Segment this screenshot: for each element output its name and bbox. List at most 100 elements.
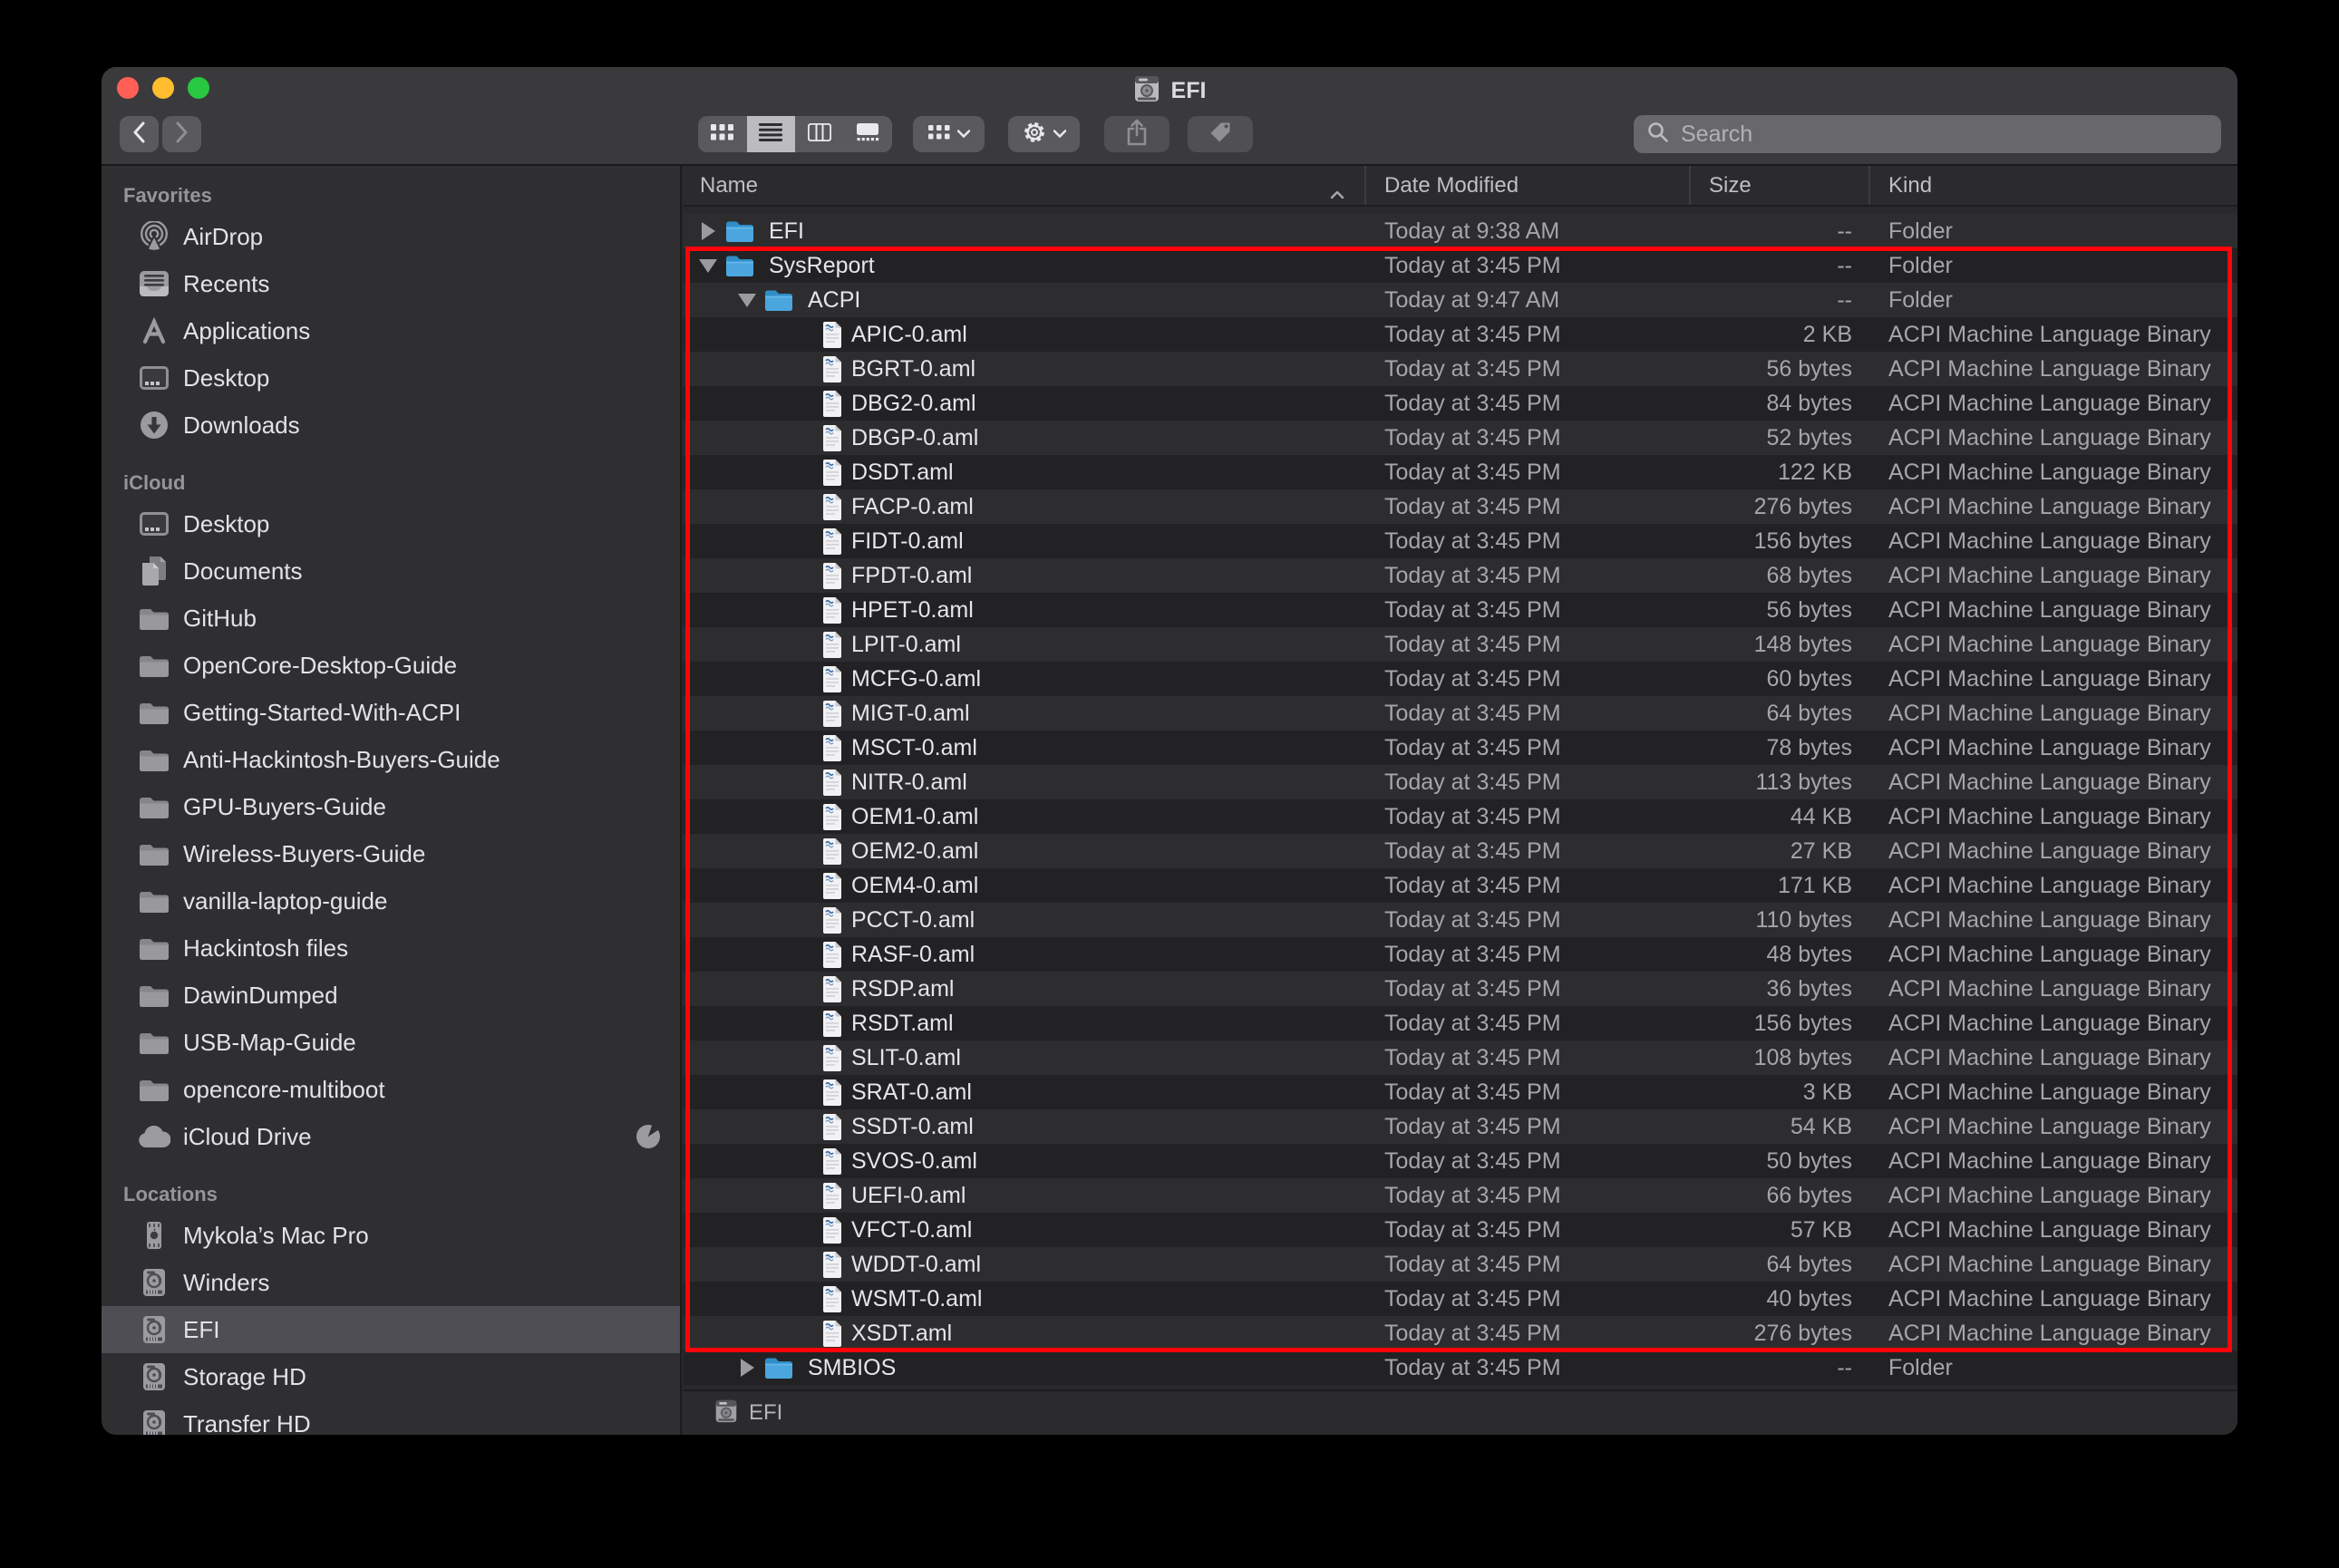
file-row-fpdt-0-aml[interactable]: FPDT-0.aml Today at 3:45 PM 68 bytes ACPI M… xyxy=(684,558,2237,593)
column-view-button[interactable] xyxy=(795,116,844,152)
sidebar-item-documents[interactable]: Documents xyxy=(102,547,680,595)
sidebar-item-downloads[interactable]: Downloads xyxy=(102,402,680,449)
sidebar-item-label: EFI xyxy=(183,1315,220,1343)
file-row-acpi[interactable]: ACPI Today at 9:47 AM -- Folder xyxy=(684,283,2237,317)
sidebar-item-label: GPU-Buyers-Guide xyxy=(183,792,386,820)
sidebar-item-desktop[interactable]: Desktop xyxy=(102,354,680,402)
file-row-dbg2-0-aml[interactable]: DBG2-0.aml Today at 3:45 PM 84 bytes ACPI M… xyxy=(684,386,2237,421)
file-row-facp-0-aml[interactable]: FACP-0.aml Today at 3:45 PM 276 bytes ACPI … xyxy=(684,489,2237,524)
file-row-oem1-0-aml[interactable]: OEM1-0.aml Today at 3:45 PM 44 KB ACPI Mach… xyxy=(684,799,2237,834)
file-row-slit-0-aml[interactable]: SLIT-0.aml Today at 3:45 PM 108 bytes ACPI … xyxy=(684,1040,2237,1075)
disclosure-collapsed-icon[interactable] xyxy=(698,217,718,246)
sidebar-item-transfer-hd[interactable]: Transfer HD xyxy=(102,1400,680,1435)
file-row-nitr-0-aml[interactable]: NITR-0.aml Today at 3:45 PM 113 bytes ACPI … xyxy=(684,765,2237,799)
size-cell: 56 bytes xyxy=(1766,596,1852,623)
column-header-kind-label: Kind xyxy=(1888,172,1933,198)
file-row-lpit-0-aml[interactable]: LPIT-0.aml Today at 3:45 PM 148 bytes ACPI … xyxy=(684,627,2237,662)
sidebar-item-dawindumped[interactable]: DawinDumped xyxy=(102,972,680,1019)
date-modified-cell: Today at 9:47 AM xyxy=(1384,286,1560,313)
size-cell: 64 bytes xyxy=(1766,700,1852,726)
file-row-efi[interactable]: EFI Today at 9:38 AM -- Folder xyxy=(684,214,2237,248)
file-row-rsdt-aml[interactable]: RSDT.aml Today at 3:45 PM 156 bytes ACPI Ma… xyxy=(684,1006,2237,1040)
file-row-dbgp-0-aml[interactable]: DBGP-0.aml Today at 3:45 PM 52 bytes ACPI M… xyxy=(684,421,2237,455)
search-input[interactable] xyxy=(1679,120,2208,149)
sidebar-item-opencore-desktop-guide[interactable]: OpenCore-Desktop-Guide xyxy=(102,642,680,689)
file-row-xsdt-aml[interactable]: XSDT.aml Today at 3:45 PM 276 bytes ACPI Ma… xyxy=(684,1316,2237,1350)
column-header-date-modified[interactable]: Date Modified xyxy=(1366,166,1691,205)
file-row-wddt-0-aml[interactable]: WDDT-0.aml Today at 3:45 PM 64 bytes ACPI M… xyxy=(684,1247,2237,1282)
sidebar-item-opencore-multiboot[interactable]: opencore-multiboot xyxy=(102,1066,680,1113)
file-icon xyxy=(820,1182,844,1210)
group-by-button[interactable] xyxy=(913,116,985,152)
sidebar-item-winders[interactable]: Winders xyxy=(102,1259,680,1306)
chevron-down-icon xyxy=(956,126,970,142)
file-row-sysreport[interactable]: SysReport Today at 3:45 PM -- Folder xyxy=(684,248,2237,283)
search-field[interactable] xyxy=(1634,115,2221,153)
sidebar-item-applications[interactable]: Applications xyxy=(102,307,680,354)
action-menu-button[interactable] xyxy=(1008,116,1080,152)
list-view-button[interactable] xyxy=(746,116,795,152)
tag-button[interactable] xyxy=(1188,116,1253,152)
file-row-hpet-0-aml[interactable]: HPET-0.aml Today at 3:45 PM 56 bytes ACPI M… xyxy=(684,593,2237,627)
file-row-pcct-0-aml[interactable]: PCCT-0.aml Today at 3:45 PM 110 bytes ACPI … xyxy=(684,903,2237,937)
column-header-name[interactable]: Name xyxy=(684,166,1366,205)
sidebar-item-icloud-drive[interactable]: iCloud Drive xyxy=(102,1113,680,1160)
file-row-rasf-0-aml[interactable]: RASF-0.aml Today at 3:45 PM 48 bytes ACPI M… xyxy=(684,937,2237,972)
file-row-srat-0-aml[interactable]: SRAT-0.aml Today at 3:45 PM 3 KB ACPI Machi… xyxy=(684,1075,2237,1109)
name-cell: SLIT-0.aml xyxy=(684,1044,1366,1072)
kind-cell: ACPI Machine Language Binary xyxy=(1888,1182,2211,1208)
file-row-uefi-0-aml[interactable]: UEFI-0.aml Today at 3:45 PM 66 bytes ACPI M… xyxy=(684,1178,2237,1213)
sidebar-item-desktop[interactable]: Desktop xyxy=(102,500,680,547)
gallery-view-button[interactable] xyxy=(844,116,893,152)
file-row-fidt-0-aml[interactable]: FIDT-0.aml Today at 3:45 PM 156 bytes ACPI … xyxy=(684,524,2237,558)
name-cell: SSDT-0.aml xyxy=(684,1113,1366,1141)
file-row-vfct-0-aml[interactable]: VFCT-0.aml Today at 3:45 PM 57 KB ACPI Mach… xyxy=(684,1213,2237,1247)
disclosure-collapsed-icon[interactable] xyxy=(737,1353,757,1382)
disclosure-expanded-icon[interactable] xyxy=(698,251,718,280)
column-header-size[interactable]: Size xyxy=(1691,166,1870,205)
path-bar-item[interactable]: EFI xyxy=(749,1400,782,1426)
file-row-rsdp-aml[interactable]: RSDP.aml Today at 3:45 PM 36 bytes ACPI Mac… xyxy=(684,972,2237,1006)
back-button[interactable] xyxy=(120,116,159,152)
kind-cell: Folder xyxy=(1888,286,1953,313)
sidebar-item-vanilla-laptop-guide[interactable]: vanilla-laptop-guide xyxy=(102,877,680,924)
folder-icon xyxy=(138,696,170,729)
sidebar-item-gpu-buyers-guide[interactable]: GPU-Buyers-Guide xyxy=(102,783,680,830)
size-cell: -- xyxy=(1837,1354,1852,1380)
file-row-migt-0-aml[interactable]: MIGT-0.aml Today at 3:45 PM 64 bytes ACPI M… xyxy=(684,696,2237,731)
file-row-smbios[interactable]: SMBIOS Today at 3:45 PM -- Folder xyxy=(684,1350,2237,1385)
disclosure-expanded-icon[interactable] xyxy=(737,286,757,315)
kind-cell: ACPI Machine Language Binary xyxy=(1888,941,2211,967)
file-row-apic-0-aml[interactable]: APIC-0.aml Today at 3:45 PM 2 KB ACPI Machi… xyxy=(684,317,2237,352)
column-header-kind[interactable]: Kind xyxy=(1870,166,2237,205)
file-row-bgrt-0-aml[interactable]: BGRT-0.aml Today at 3:45 PM 56 bytes ACPI M… xyxy=(684,352,2237,386)
sidebar-item-getting-started-with-acpi[interactable]: Getting-Started-With-ACPI xyxy=(102,689,680,736)
sidebar-item-label: Documents xyxy=(183,557,303,585)
file-row-ssdt-0-aml[interactable]: SSDT-0.aml Today at 3:45 PM 54 KB ACPI Mach… xyxy=(684,1109,2237,1144)
file-row-dsdt-aml[interactable]: DSDT.aml Today at 3:45 PM 122 KB ACPI Machi… xyxy=(684,455,2237,489)
kind-cell: ACPI Machine Language Binary xyxy=(1888,975,2211,1002)
file-name-label: DBG2-0.aml xyxy=(851,390,976,416)
file-row-oem2-0-aml[interactable]: OEM2-0.aml Today at 3:45 PM 27 KB ACPI Mach… xyxy=(684,834,2237,868)
sidebar-item-mykola-s-mac-pro[interactable]: Mykola’s Mac Pro xyxy=(102,1212,680,1259)
sidebar-item-hackintosh-files[interactable]: Hackintosh files xyxy=(102,924,680,972)
file-row-svos-0-aml[interactable]: SVOS-0.aml Today at 3:45 PM 50 bytes ACPI M… xyxy=(684,1144,2237,1178)
sidebar-item-airdrop[interactable]: AirDrop xyxy=(102,213,680,260)
share-button[interactable] xyxy=(1104,116,1170,152)
icon-view-button[interactable] xyxy=(698,116,747,152)
date-modified-cell: Today at 3:45 PM xyxy=(1384,424,1561,450)
sidebar-item-usb-map-guide[interactable]: USB-Map-Guide xyxy=(102,1019,680,1066)
sidebar-item-recents[interactable]: Recents xyxy=(102,260,680,307)
forward-button[interactable] xyxy=(162,116,201,152)
sidebar-item-efi[interactable]: EFI xyxy=(102,1306,680,1353)
sidebar-item-anti-hackintosh-buyers-guide[interactable]: Anti-Hackintosh-Buyers-Guide xyxy=(102,736,680,783)
file-row-oem4-0-aml[interactable]: OEM4-0.aml Today at 3:45 PM 171 KB ACPI Mac… xyxy=(684,868,2237,903)
sidebar-item-wireless-buyers-guide[interactable]: Wireless-Buyers-Guide xyxy=(102,830,680,877)
file-row-msct-0-aml[interactable]: MSCT-0.aml Today at 3:45 PM 78 bytes ACPI M… xyxy=(684,731,2237,765)
sidebar-item-label: iCloud Drive xyxy=(183,1122,312,1150)
file-row-mcfg-0-aml[interactable]: MCFG-0.aml Today at 3:45 PM 60 bytes ACPI M… xyxy=(684,662,2237,696)
sidebar-item-github[interactable]: GitHub xyxy=(102,595,680,642)
file-icon xyxy=(820,941,844,969)
sidebar-item-storage-hd[interactable]: Storage HD xyxy=(102,1353,680,1400)
file-row-wsmt-0-aml[interactable]: WSMT-0.aml Today at 3:45 PM 40 bytes ACPI M… xyxy=(684,1282,2237,1316)
